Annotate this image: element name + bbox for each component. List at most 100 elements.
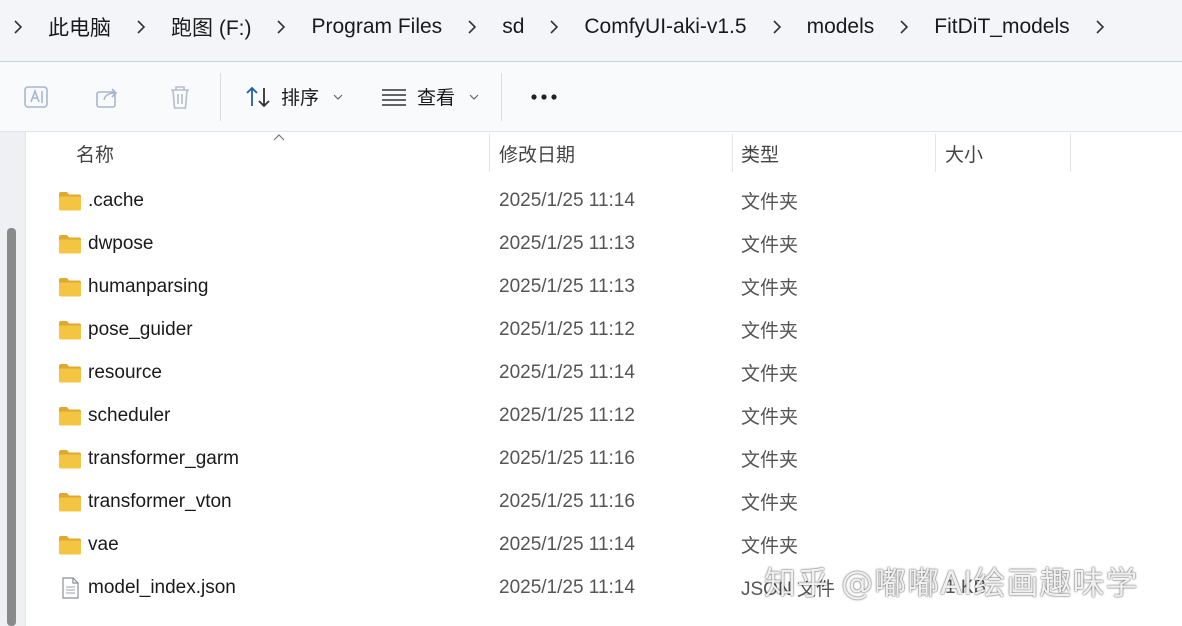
sort-icon	[246, 86, 270, 107]
file-row[interactable]: transformer_garm 2025/1/25 11:16 文件夹	[27, 437, 1182, 480]
column-name[interactable]: 名称	[76, 132, 114, 174]
column-type-label: 类型	[741, 144, 780, 166]
file-date: 2025/1/25 11:16	[499, 490, 635, 512]
chevron-right-icon[interactable]	[1086, 0, 1114, 54]
file-row[interactable]: pose_guider 2025/1/25 11:12 文件夹	[27, 308, 1182, 351]
file-type: 文件夹	[741, 192, 799, 213]
file-name-cell[interactable]: transformer_vton	[58, 480, 232, 523]
folder-icon	[59, 449, 81, 468]
column-divider[interactable]	[935, 134, 936, 172]
chevron-right-icon[interactable]	[458, 0, 486, 54]
file-name-cell[interactable]: .cache	[58, 179, 144, 222]
file-name: transformer_garm	[88, 447, 239, 469]
file-name: scheduler	[88, 404, 171, 426]
chevron-down-icon	[469, 94, 479, 100]
column-size[interactable]: 大小	[945, 132, 983, 174]
file-name-cell[interactable]: dwpose	[58, 222, 154, 265]
folder-icon	[59, 234, 81, 253]
breadcrumb-item[interactable]: FitDiT_models	[918, 0, 1085, 54]
folder-icon	[59, 406, 81, 425]
folder-icon	[59, 535, 81, 554]
file-name-cell[interactable]: resource	[58, 351, 162, 394]
chevron-right-icon[interactable]	[540, 0, 568, 54]
more-options-button[interactable]	[506, 62, 582, 132]
chevron-right-icon[interactable]	[127, 0, 155, 54]
file-type: 文件夹	[741, 278, 799, 299]
share-icon[interactable]	[72, 62, 144, 132]
file-row[interactable]: scheduler 2025/1/25 11:12 文件夹	[27, 394, 1182, 437]
folder-icon	[59, 492, 81, 511]
watermark: 知乎 @嘟嘟AI绘画趣味学	[764, 564, 1139, 602]
breadcrumb-item[interactable]: sd	[486, 0, 540, 54]
file-date: 2025/1/25 11:13	[499, 232, 635, 254]
file-name-cell[interactable]: scheduler	[58, 394, 170, 437]
file-date: 2025/1/25 11:14	[499, 189, 635, 211]
file-type: 文件夹	[741, 493, 799, 514]
file-date: 2025/1/25 11:14	[499, 533, 635, 555]
file-row[interactable]: .cache 2025/1/25 11:14 文件夹	[27, 179, 1182, 222]
file-row[interactable]: transformer_vton 2025/1/25 11:16 文件夹	[27, 480, 1182, 523]
chevron-right-icon[interactable]	[4, 0, 32, 54]
sort-label: 排序	[281, 88, 320, 109]
column-size-label: 大小	[945, 144, 984, 166]
file-row[interactable]: dwpose 2025/1/25 11:13 文件夹	[27, 222, 1182, 265]
view-label: 查看	[417, 88, 456, 109]
file-type: 文件夹	[741, 450, 799, 471]
chevron-right-icon[interactable]	[890, 0, 918, 54]
file-type: 文件夹	[741, 321, 799, 342]
column-divider[interactable]	[732, 134, 733, 172]
column-type[interactable]: 类型	[741, 132, 779, 174]
file-name-cell[interactable]: pose_guider	[58, 308, 193, 351]
column-date[interactable]: 修改日期	[499, 132, 575, 174]
navigation-scrollbar[interactable]	[7, 228, 16, 626]
column-divider[interactable]	[1070, 134, 1071, 172]
file-type: 文件夹	[741, 407, 799, 428]
file-list: 名称 修改日期 类型 大小 .cache 2025/1/25 11:14 文件夹 dw…	[27, 132, 1182, 626]
file-type: 文件夹	[741, 364, 799, 385]
file-date: 2025/1/25 11:12	[499, 318, 635, 340]
sort-ascending-icon	[273, 134, 285, 141]
column-date-label: 修改日期	[499, 144, 576, 166]
sort-button[interactable]: 排序	[225, 62, 361, 132]
file-name: humanparsing	[88, 275, 209, 297]
file-name: vae	[88, 533, 119, 555]
file-name: model_index.json	[88, 576, 236, 598]
file-row[interactable]: resource 2025/1/25 11:14 文件夹	[27, 351, 1182, 394]
file-type: 文件夹	[741, 235, 799, 256]
file-date: 2025/1/25 11:13	[499, 275, 635, 297]
folder-icon	[59, 320, 81, 339]
folder-icon	[59, 191, 81, 210]
breadcrumb-item[interactable]: Program Files	[295, 0, 458, 54]
file-name-cell[interactable]: vae	[58, 523, 119, 566]
breadcrumb-item[interactable]: 此电脑	[32, 0, 127, 54]
file-date: 2025/1/25 11:16	[499, 447, 635, 469]
file-name-cell[interactable]: transformer_garm	[58, 437, 239, 480]
json-file-icon	[62, 576, 79, 599]
chevron-right-icon[interactable]	[267, 0, 295, 54]
file-name: .cache	[88, 189, 144, 211]
view-button[interactable]: 查看	[361, 62, 497, 132]
column-divider[interactable]	[489, 134, 490, 172]
file-name: resource	[88, 361, 162, 383]
rename-icon[interactable]	[0, 62, 72, 132]
breadcrumb-item[interactable]: ComfyUI-aki-v1.5	[568, 0, 762, 54]
file-name: pose_guider	[88, 318, 193, 340]
file-date: 2025/1/25 11:12	[499, 404, 635, 426]
column-header: 名称 修改日期 类型 大小	[27, 132, 1182, 174]
view-list-icon	[382, 88, 407, 106]
file-name-cell[interactable]: humanparsing	[58, 265, 208, 308]
file-row[interactable]: humanparsing 2025/1/25 11:13 文件夹	[27, 265, 1182, 308]
command-bar: 排序 查看	[0, 62, 1182, 132]
folder-icon	[59, 363, 81, 382]
breadcrumb-item[interactable]: models	[791, 0, 891, 54]
chevron-down-icon	[333, 94, 343, 100]
toolbar-divider	[501, 72, 503, 121]
toolbar-divider	[220, 72, 221, 121]
breadcrumb-item[interactable]: 跑图 (F:)	[155, 0, 267, 54]
delete-icon[interactable]	[144, 62, 216, 132]
file-name: transformer_vton	[88, 490, 232, 512]
address-bar[interactable]: 此电脑 跑图 (F:) Program Files sd ComfyUI-aki-v1.…	[0, 0, 1182, 54]
column-name-label: 名称	[76, 144, 115, 166]
chevron-right-icon[interactable]	[763, 0, 791, 54]
file-name-cell[interactable]: model_index.json	[58, 566, 236, 609]
